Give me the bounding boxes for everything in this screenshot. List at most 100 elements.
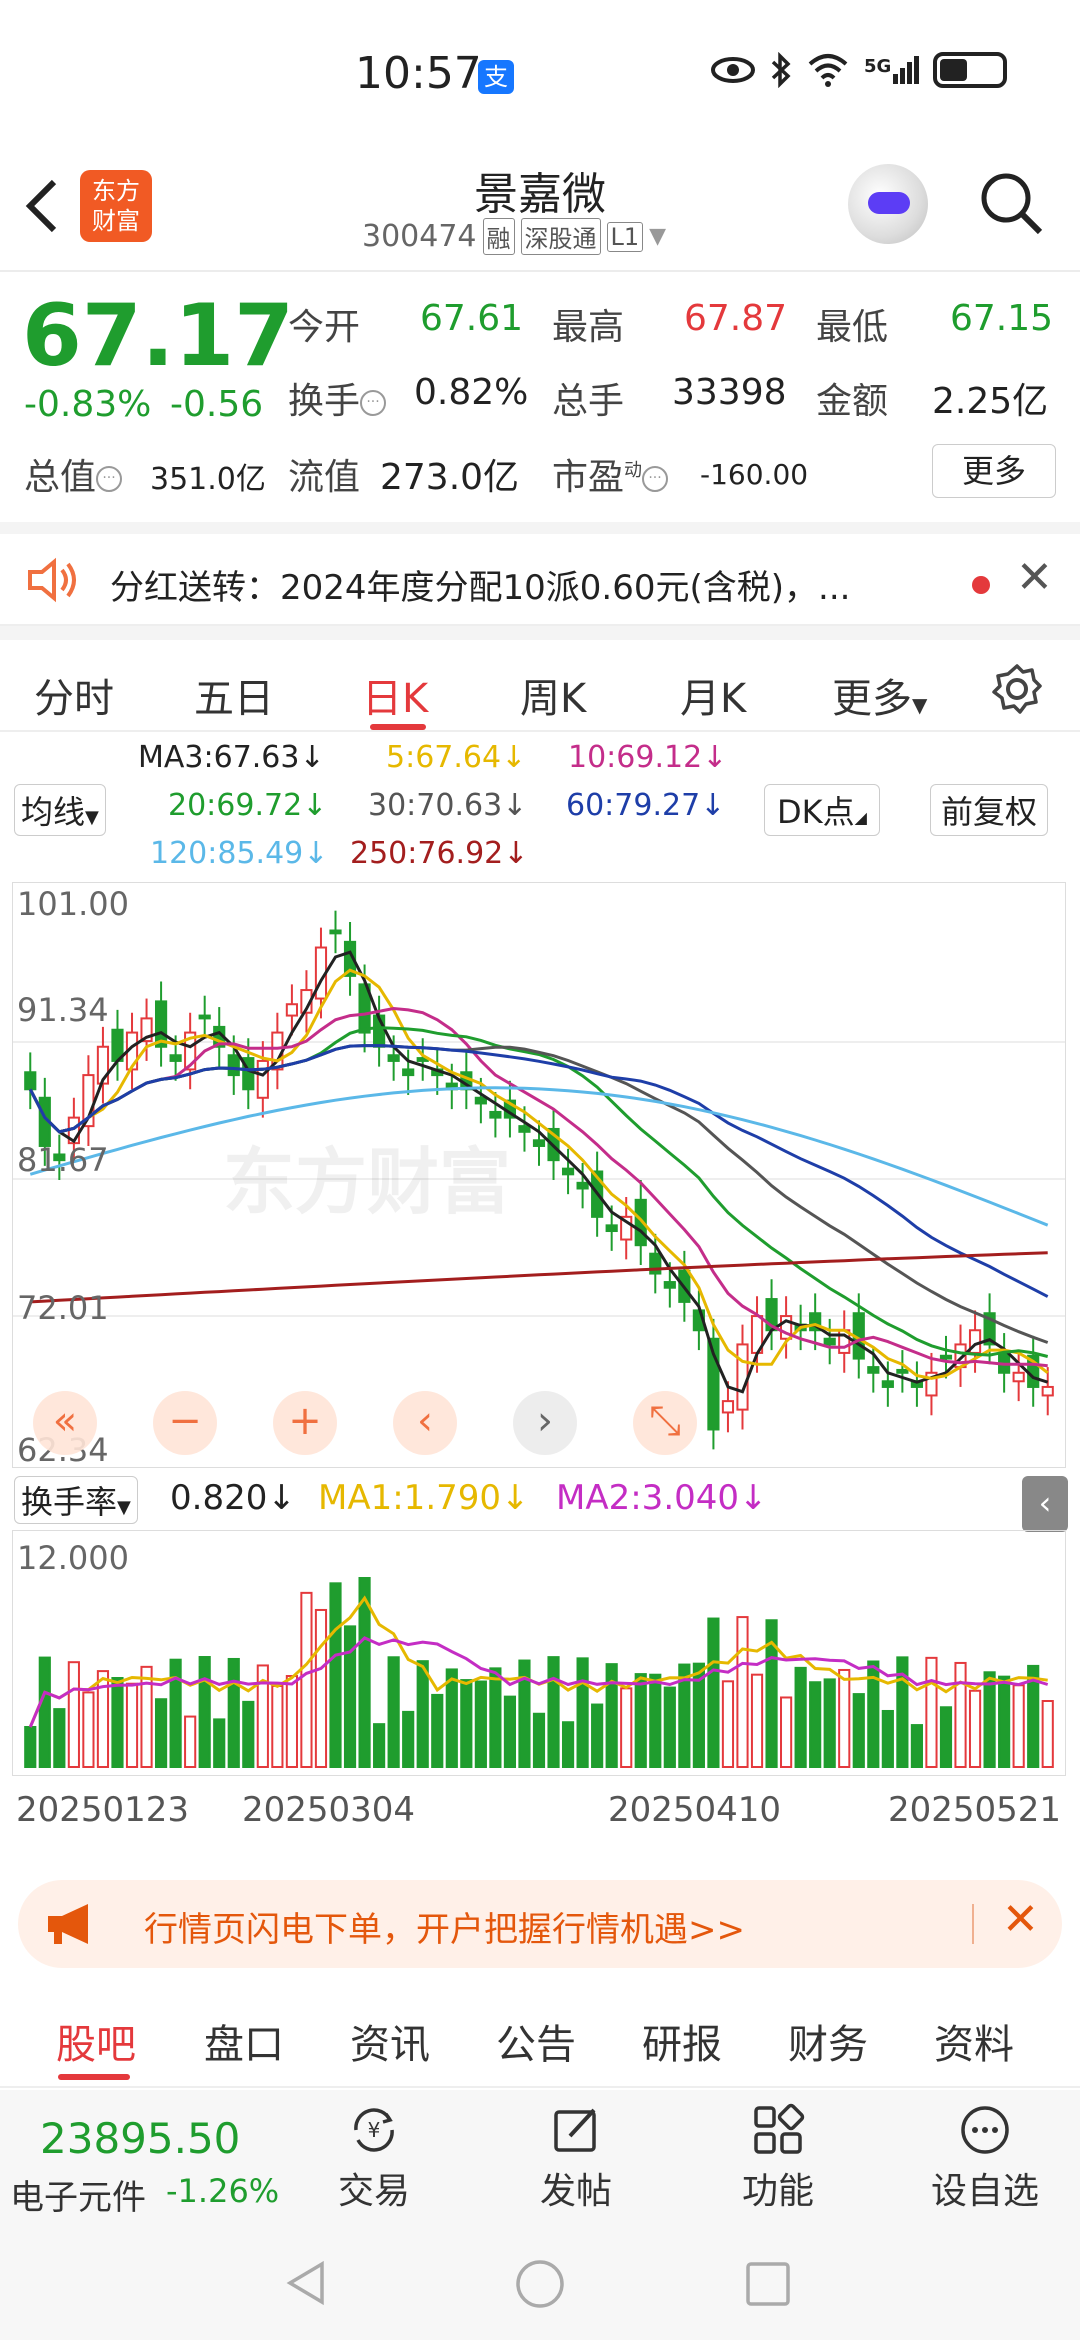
ma-selector[interactable]: 均线▼	[14, 784, 106, 836]
fullscreen-icon[interactable]: ⤡	[633, 1391, 697, 1455]
nav-recents-icon[interactable]	[744, 2260, 792, 2308]
nav-back-icon[interactable]	[282, 2258, 332, 2308]
tab-weekly-k[interactable]: 周K	[520, 666, 586, 724]
dividend-banner[interactable]: 分红送转：2024年度分配10派0.60元(含税)，... ✕	[0, 522, 1080, 626]
total-cap-label: 总值 ···	[24, 448, 123, 500]
candle	[1012, 1371, 1025, 1383]
candle	[605, 1224, 618, 1233]
tab-intraday[interactable]: 分时	[34, 666, 114, 724]
kline-chart[interactable]: 101.00 91.34 81.67 72.01 62.34 东方财富 « − …	[12, 882, 1066, 1469]
volume-bar	[591, 1703, 604, 1768]
volume-bar	[910, 1724, 924, 1768]
volume-bar	[968, 1689, 982, 1769]
volume-bar	[794, 1666, 807, 1769]
assistant-robot-icon[interactable]	[848, 164, 928, 244]
info-icon[interactable]: ···	[96, 466, 123, 492]
scroll-left-icon[interactable]: ‹	[393, 1391, 457, 1455]
candle	[198, 1014, 211, 1020]
indicator-selector[interactable]: 换手率▼	[14, 1476, 138, 1524]
candle	[387, 1054, 400, 1062]
tab-research[interactable]: 研报	[642, 2012, 722, 2070]
tab-profile[interactable]: 资料	[934, 2012, 1014, 2070]
low-value: 67.15	[950, 298, 1054, 339]
ma10-value: 10:69.12↓	[568, 740, 728, 775]
tab-news[interactable]: 资讯	[350, 2012, 430, 2070]
candle	[329, 929, 342, 935]
candle	[489, 1110, 502, 1119]
volume-bar	[460, 1679, 473, 1768]
tab-five-day[interactable]: 五日	[194, 666, 274, 724]
stock-code-row: 300474 融 深股通 L1 ▼	[362, 218, 666, 255]
volume-bar	[838, 1668, 851, 1768]
date-axis: 20250123 20250304 20250410 20250521	[0, 1790, 1080, 1830]
volume-bar	[213, 1718, 226, 1768]
volume-bar	[736, 1616, 749, 1768]
scroll-right-icon[interactable]: ›	[513, 1391, 577, 1455]
zoom-out-icon[interactable]: −	[153, 1391, 217, 1455]
adjust-button[interactable]: 前复权	[930, 784, 1049, 836]
candle	[518, 1125, 531, 1133]
kline-svg	[13, 910, 1065, 1450]
tab-announcements[interactable]: 公告	[496, 2012, 576, 2070]
ma250-value: 250:76.92↓	[350, 836, 529, 871]
tab-monthly-k[interactable]: 月K	[680, 666, 746, 724]
candle	[474, 1096, 487, 1105]
volume-bar	[605, 1663, 618, 1768]
collapse-icon[interactable]: ‹	[1022, 1476, 1068, 1532]
caret-down-icon: ▼	[117, 1497, 131, 1518]
total-cap-label-text: 总值	[24, 457, 97, 498]
post-button[interactable]: 发帖	[516, 2102, 636, 2214]
volume-bar	[314, 1608, 328, 1768]
features-button[interactable]: 功能	[718, 2102, 838, 2214]
candle	[1041, 1385, 1054, 1397]
volume-bar	[169, 1658, 182, 1768]
volume-bar	[300, 1591, 313, 1768]
status-icons: 5G	[710, 52, 1008, 88]
search-icon[interactable]	[978, 170, 1044, 236]
volume-bar	[1012, 1684, 1025, 1768]
close-icon[interactable]: ✕	[1016, 552, 1053, 603]
index-ticker[interactable]: 23895.50 电子元件 -1.26%	[0, 2090, 290, 2224]
date-tick-4: 20250521	[888, 1790, 1062, 1830]
bottom-toolbar: 23895.50 电子元件 -1.26% ¥ 交易 发帖 功能 设自选	[0, 2090, 1080, 2224]
trade-button[interactable]: ¥ 交易	[314, 2102, 434, 2214]
zoom-in-icon[interactable]: +	[273, 1391, 337, 1455]
volume-bar	[561, 1721, 575, 1769]
index-name: 电子元件	[10, 2178, 146, 2218]
total-cap-value: 351.0亿	[150, 462, 266, 497]
bluetooth-icon	[771, 52, 791, 88]
close-icon[interactable]: ✕	[1002, 1894, 1039, 1945]
tab-daily-k[interactable]: 日K	[362, 666, 428, 724]
dk-point-button[interactable]: DK点◢	[764, 784, 880, 836]
gear-icon[interactable]	[990, 662, 1044, 716]
volume-bar	[939, 1706, 953, 1768]
caret-down-icon: ▼	[85, 807, 99, 828]
tab-more[interactable]: 更多▼	[832, 666, 927, 724]
nav-home-icon[interactable]	[514, 2258, 566, 2310]
volume-bar	[707, 1617, 720, 1769]
content-tabs: 股吧 盘口 资讯 公告 研报 财务 资料	[0, 1988, 1080, 2088]
tab-forum[interactable]: 股吧	[56, 2012, 136, 2070]
chevron-down-icon[interactable]: ▼	[649, 224, 666, 249]
chart-watermark: 东方财富	[223, 1140, 512, 1224]
info-icon[interactable]: ···	[642, 466, 669, 492]
megaphone-icon	[48, 1904, 88, 1944]
trade-icon: ¥	[354, 2108, 394, 2152]
more-button[interactable]: 更多	[932, 444, 1056, 498]
volume-bar	[67, 1661, 80, 1769]
volume-chart[interactable]: 12.000	[12, 1530, 1066, 1776]
add-watchlist-button[interactable]: 设自选	[920, 2102, 1050, 2214]
info-icon[interactable]: ···	[360, 390, 387, 416]
promo-banner[interactable]: 行情页闪电下单，开户把握行情机遇>> ✕	[18, 1880, 1062, 1968]
tab-finance[interactable]: 财务	[788, 2012, 868, 2070]
index-change: -1.26%	[166, 2172, 280, 2210]
y-tick-2: 91.34	[17, 991, 109, 1029]
stock-code: 300474	[362, 219, 477, 254]
amount-value: 2.25亿	[932, 381, 1049, 422]
tab-orderbook[interactable]: 盘口	[204, 2012, 284, 2070]
scroll-left-far-icon[interactable]: «	[33, 1391, 97, 1455]
vol-ma1-value: MA1:1.790↓	[318, 1478, 530, 1518]
trade-label: 交易	[337, 2171, 410, 2212]
volume-bar	[663, 1686, 676, 1768]
candle	[721, 1400, 735, 1414]
